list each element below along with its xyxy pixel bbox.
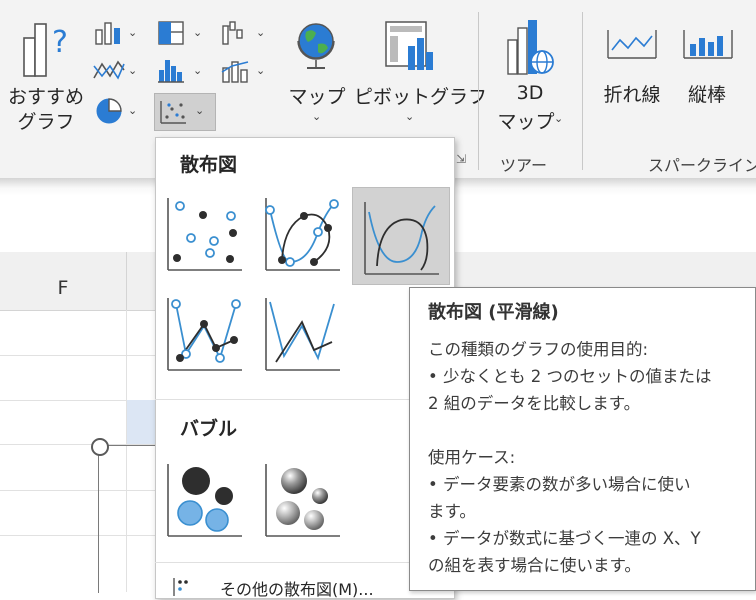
chevron-down-icon: ⌄	[312, 110, 322, 123]
sparkline-column-button[interactable]: 縦棒	[674, 14, 740, 114]
recommended-charts-icon: ?	[23, 23, 68, 77]
scatter-small-icon	[173, 578, 188, 596]
line-chart-button[interactable]: ⌄	[92, 56, 144, 86]
group-separator	[582, 12, 583, 170]
dialog-launcher-icon[interactable]: ⇲	[456, 152, 466, 166]
map-chart-button[interactable]: マップ ⌄	[286, 14, 348, 132]
bubble-icon	[167, 464, 242, 537]
bubble-3d-option[interactable]	[262, 458, 342, 538]
scatter-smooth-option[interactable]	[352, 187, 450, 285]
statistic-chart-button[interactable]: ⌄	[155, 56, 207, 86]
line-chart-icon	[93, 60, 125, 80]
scatter-smooth-icon	[364, 202, 439, 275]
bubble-option[interactable]	[164, 458, 244, 538]
scatter-option[interactable]	[164, 192, 244, 272]
selected-cell[interactable]	[127, 400, 155, 444]
scatter-straight-markers-option[interactable]	[164, 292, 244, 372]
chevron-down-icon: ⌄	[554, 112, 564, 125]
scatter-smooth-markers-icon	[265, 198, 340, 271]
bubble-section-title: バブル	[180, 418, 238, 440]
pie-chart-icon	[96, 98, 122, 124]
recommended-charts-button[interactable]: ? おすすめ グラフ	[8, 14, 84, 133]
chart-tooltip: 散布図 (平滑線) この種類のグラフの使用目的: • 少なくとも 2 つのセット…	[409, 287, 756, 591]
column-chart-button[interactable]: ⌄	[92, 18, 144, 48]
scatter-markers-icon	[167, 198, 242, 271]
pivot-chart-label: ピボットグラフ	[354, 86, 488, 108]
chevron-down-icon: ⌄	[405, 110, 415, 123]
sparkline-line-icon	[607, 30, 657, 59]
chevron-down-icon: ⌄	[128, 64, 138, 77]
chart-object-frame[interactable]	[98, 445, 159, 593]
chevron-down-icon: ⌄	[128, 104, 138, 117]
hierarchy-chart-button[interactable]: ⌄	[155, 18, 207, 48]
globe-icon	[297, 23, 335, 69]
tour-group-label: ツアー	[500, 156, 548, 175]
scatter-straight-markers-icon	[167, 298, 242, 371]
3d-map-button[interactable]: 3D マップ ⌄	[492, 14, 568, 134]
sparkline-group-label: スパークライン	[648, 156, 756, 175]
scatter-smooth-markers-option[interactable]	[262, 192, 342, 272]
chevron-down-icon: ⌄	[195, 104, 205, 117]
tooltip-title: 散布図 (平滑線)	[428, 302, 559, 323]
scatter-straight-icon	[265, 298, 340, 371]
treemap-icon	[158, 21, 184, 45]
3d-map-label-2: マップ	[497, 111, 555, 133]
map-label: マップ	[288, 86, 346, 108]
chevron-down-icon: ⌄	[193, 26, 203, 39]
more-scatter-charts-item[interactable]: その他の散布図(M)...	[164, 574, 444, 599]
waterfall-chart-button[interactable]: ⌄	[218, 18, 270, 48]
more-scatter-charts-label: その他の散布図(M)...	[220, 580, 374, 599]
scatter-section-title: 散布図	[180, 154, 238, 176]
sparkline-column-icon	[683, 30, 733, 59]
svg-text:?: ?	[52, 25, 68, 60]
bubble-3d-icon	[265, 464, 340, 537]
waterfall-icon	[222, 21, 243, 45]
combo-chart-icon	[221, 61, 249, 83]
column-header-f[interactable]: F	[0, 252, 127, 310]
resize-handle[interactable]	[91, 438, 109, 456]
column-chart-icon	[95, 22, 120, 45]
chevron-down-icon: ⌄	[256, 64, 266, 77]
scatter-chart-icon	[160, 101, 186, 124]
scatter-straight-option[interactable]	[262, 292, 342, 372]
sparkline-line-label: 折れ線	[603, 84, 661, 106]
pivot-chart-button[interactable]: ピボットグラフ ⌄	[354, 14, 488, 132]
group-separator	[478, 12, 479, 170]
chevron-down-icon: ⌄	[193, 64, 203, 77]
tooltip-body: この種類のグラフの使用目的: • 少なくとも 2 つのセットの値または 2 組の…	[428, 340, 712, 575]
3d-map-icon	[507, 20, 554, 75]
recommended-label-1: おすすめ	[7, 86, 84, 108]
pie-chart-button[interactable]: ⌄	[92, 94, 144, 128]
histogram-icon	[158, 60, 184, 83]
row-gridline	[0, 355, 160, 356]
combo-chart-button[interactable]: ⌄	[218, 56, 270, 86]
scatter-chart-button[interactable]: ⌄	[154, 93, 216, 131]
chevron-down-icon: ⌄	[128, 26, 138, 39]
3d-map-label-1: 3D	[516, 82, 544, 104]
sparkline-column-label: 縦棒	[687, 84, 726, 106]
recommended-label-2: グラフ	[17, 111, 75, 133]
chevron-down-icon: ⌄	[256, 26, 266, 39]
sparkline-line-button[interactable]: 折れ線	[596, 14, 668, 114]
pivot-chart-icon	[385, 21, 433, 70]
